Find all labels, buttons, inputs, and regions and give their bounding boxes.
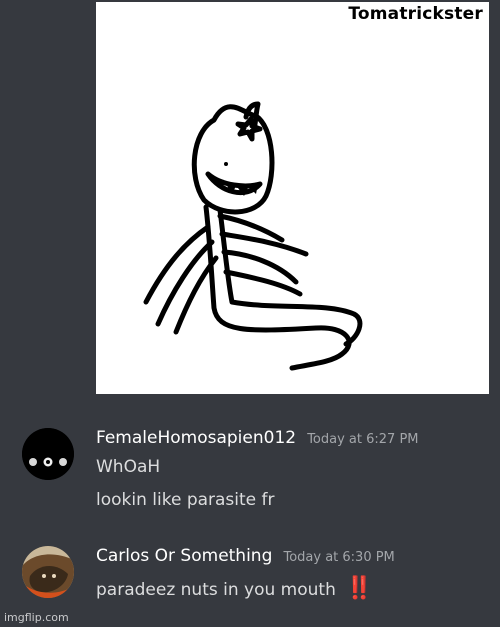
message-text: lookin like parasite fr <box>96 490 275 510</box>
message-header: FemaleHomosapien012 Today at 6:27 PM <box>96 428 419 448</box>
message-text-content: paradeez nuts in you mouth <box>96 580 336 600</box>
username[interactable]: FemaleHomosapien012 <box>96 428 296 448</box>
message-header: Carlos Or Something Today at 6:30 PM <box>96 546 395 566</box>
avatar[interactable] <box>22 428 74 480</box>
message-text: paradeez nuts in you mouth ‼️ <box>96 576 373 601</box>
photo-avatar-icon <box>22 546 74 598</box>
creature-drawing-icon <box>143 101 363 371</box>
attachment-caption: Tomatrickster <box>348 4 483 24</box>
double-exclamation-emoji: ‼️ <box>345 576 373 601</box>
message-2: Carlos Or Something Today at 6:30 PM par… <box>0 538 500 608</box>
avatar[interactable] <box>22 546 74 598</box>
image-attachment[interactable]: Tomatrickster <box>96 2 489 394</box>
timestamp[interactable]: Today at 6:27 PM <box>307 432 418 447</box>
watermark: imgflip.com <box>4 611 69 624</box>
username[interactable]: Carlos Or Something <box>96 546 272 566</box>
message-text: WhOaH <box>96 457 161 477</box>
timestamp[interactable]: Today at 6:30 PM <box>283 550 394 565</box>
black-circle-avatar-icon <box>22 428 74 480</box>
message-1: FemaleHomosapien012 Today at 6:27 PM WhO… <box>0 420 500 520</box>
